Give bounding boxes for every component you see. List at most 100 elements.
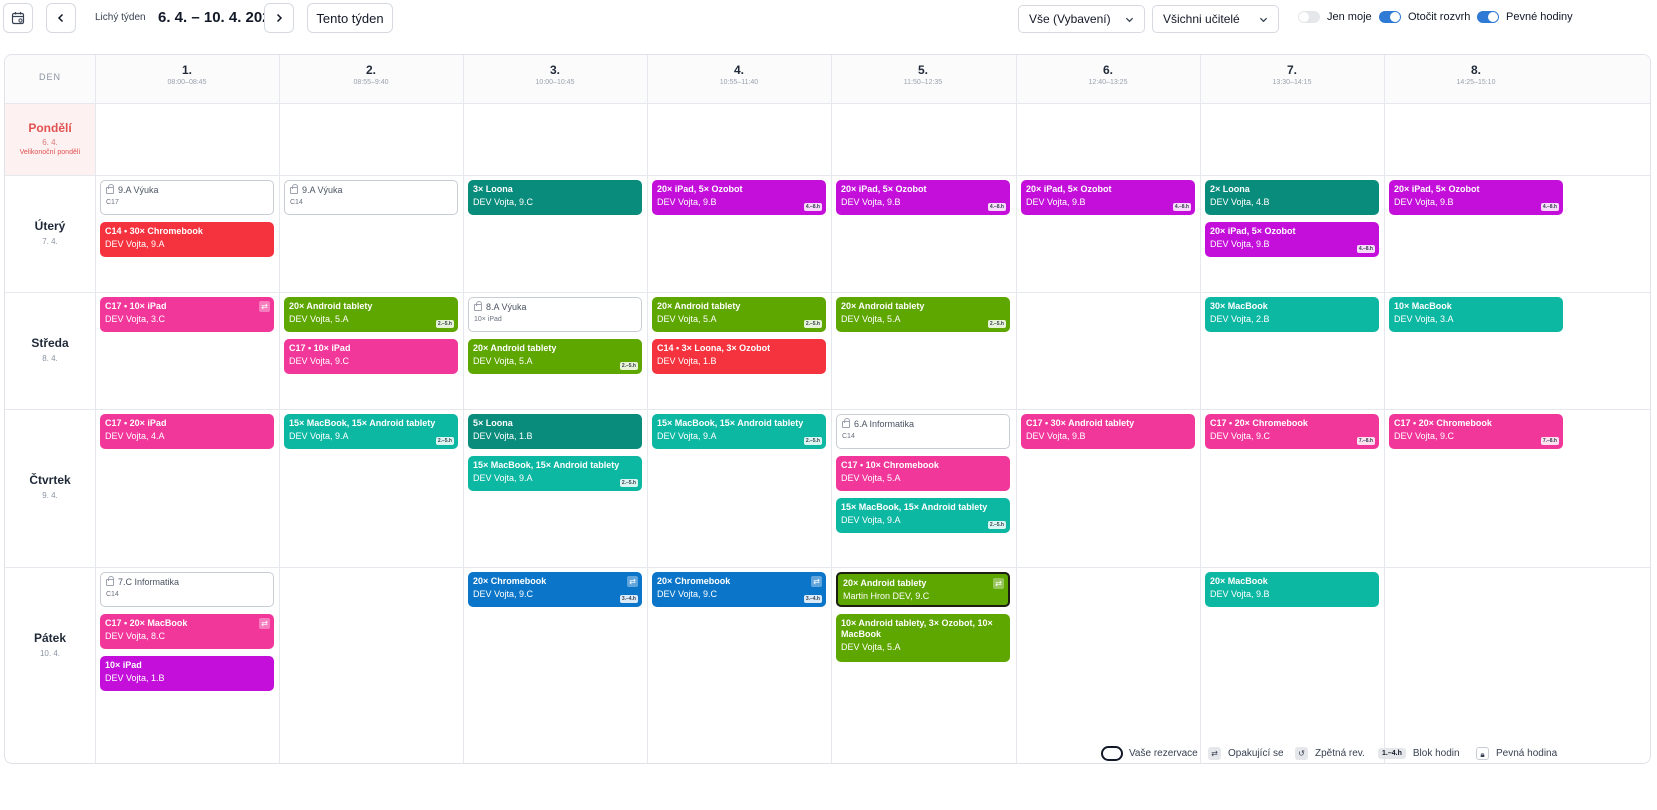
- reservation-card[interactable]: 15× MacBook, 15× Android tablety DEV Vojt…: [284, 414, 458, 449]
- day-label: Pátek 10. 4.: [5, 631, 95, 658]
- card-title: 10× Android tablety, 3× Ozobot, 10× MacB…: [841, 618, 993, 639]
- card-title: 20× Android tablety: [473, 343, 557, 353]
- this-week-button[interactable]: Tento týden: [307, 3, 393, 33]
- reservation-card[interactable]: C17 • 20× iPad DEV Vojta, 4.A: [100, 414, 274, 449]
- reservation-card[interactable]: 15× MacBook, 15× Android tablety DEV Vojt…: [468, 456, 642, 491]
- reservation-card[interactable]: 20× iPad, 5× Ozobot DEV Vojta, 9.B 4.–8.h: [652, 180, 826, 215]
- card-subtitle: DEV Vojta, 8.C: [105, 631, 166, 641]
- fixed-lesson-card[interactable]: 6.A Informatika C14: [836, 414, 1010, 449]
- card-title: 10× iPad: [105, 660, 142, 670]
- reservation-card[interactable]: 20× Android tablety DEV Vojta, 5.A 2.–5.h: [836, 297, 1010, 332]
- fixed-lesson-card[interactable]: 9.A Výuka C17: [100, 180, 274, 215]
- reservation-card[interactable]: C14 • 30× Chromebook DEV Vojta, 9.A: [100, 222, 274, 257]
- card-subtitle: DEV Vojta, 3.A: [1394, 314, 1454, 324]
- fixed-hours-switch[interactable]: [1477, 11, 1499, 23]
- card-title: C17 • 10× iPad: [289, 343, 351, 353]
- reservation-card[interactable]: 5× Loona DEV Vojta, 1.B: [468, 414, 642, 449]
- reservation-card[interactable]: C17 • 20× MacBook DEV Vojta, 8.C ⇄: [100, 614, 274, 649]
- reservation-card[interactable]: C17 • 10× iPad DEV Vojta, 9.C: [284, 339, 458, 374]
- lock-icon: [842, 418, 850, 428]
- period-time: 12:40–13:25: [1088, 79, 1128, 86]
- period-number: 1.: [181, 63, 192, 77]
- toggle-fixed-hours[interactable]: Pevné hodiny: [1477, 11, 1573, 23]
- fixed-lesson-card[interactable]: 8.A Výuka 10× iPad: [468, 297, 642, 332]
- lock-icon: 🔒︎: [1476, 746, 1489, 760]
- card-subtitle: DEV Vojta, 4.B: [1210, 197, 1270, 207]
- card-subtitle: DEV Vojta, 9.C: [473, 589, 534, 599]
- card-subtitle: C14: [290, 199, 303, 206]
- reservation-card[interactable]: 20× iPad, 5× Ozobot DEV Vojta, 9.B 4.–8.h: [1389, 180, 1563, 215]
- period-header: 3. 10:00–10:45: [463, 63, 647, 86]
- toggle-only-mine[interactable]: Jen moje: [1298, 11, 1372, 23]
- reservation-card[interactable]: 20× Chromebook DEV Vojta, 9.C 3.–4.h ⇄: [468, 572, 642, 607]
- reservation-card[interactable]: 10× Android tablety, 3× Ozobot, 10× MacB…: [836, 614, 1010, 662]
- card-subtitle: DEV Vojta, 9.A: [841, 515, 901, 525]
- fixed-lesson-card[interactable]: 7.C Informatika C14: [100, 572, 274, 607]
- reservation-card[interactable]: C17 • 30× Android tablety DEV Vojta, 9.B: [1021, 414, 1195, 449]
- reservation-card[interactable]: 20× Android tablety DEV Vojta, 5.A 2.–5.h: [284, 297, 458, 332]
- card-title: 10× MacBook: [1394, 301, 1452, 311]
- legend-block: 1.–4.h Blok hodin: [1378, 745, 1460, 761]
- fixed-lesson-card[interactable]: 9.A Výuka C14: [284, 180, 458, 215]
- timetable-grid: DEN 1. 08:00–08:45 2. 08:55–9:40 3. 10:00–10:…: [4, 54, 1651, 764]
- card-title: 15× MacBook, 15× Android tablety: [657, 418, 804, 428]
- reservation-card[interactable]: 3× Loona DEV Vojta, 9.C: [468, 180, 642, 215]
- day-name: Čtvrtek: [29, 473, 71, 487]
- reservation-card[interactable]: 20× MacBook DEV Vojta, 9.B: [1205, 572, 1379, 607]
- reservation-card[interactable]: 20× Android tablety DEV Vojta, 5.A 2.–5.h: [652, 297, 826, 332]
- card-title: C17 • 20× Chromebook: [1210, 418, 1308, 428]
- card-title: C17 • 20× Chromebook: [1394, 418, 1492, 428]
- block-badge: 4.–8.h: [1540, 203, 1559, 211]
- card-subtitle: DEV Vojta, 9.B: [657, 197, 717, 207]
- equipment-filter-select[interactable]: Vše (Vybavení): [1018, 5, 1145, 33]
- card-subtitle: DEV Vojta, 5.A: [657, 314, 717, 324]
- rotate-schedule-switch[interactable]: [1379, 11, 1401, 23]
- reservation-card[interactable]: 10× MacBook DEV Vojta, 3.A: [1389, 297, 1563, 332]
- card-subtitle: DEV Vojta, 5.A: [289, 314, 349, 324]
- period-time: 10:00–10:45: [535, 79, 575, 86]
- card-title: 20× Chromebook: [473, 576, 547, 586]
- day-label: Čtvrtek 9. 4.: [5, 473, 95, 500]
- toggle-rotate[interactable]: Otočit rozvrh: [1379, 11, 1470, 23]
- block-badge: 4.–8.h: [803, 203, 822, 211]
- reservation-card[interactable]: 20× iPad, 5× Ozobot DEV Vojta, 9.B 4.–8.h: [836, 180, 1010, 215]
- reservation-card[interactable]: 10× iPad DEV Vojta, 1.B: [100, 656, 274, 691]
- day-date: 8. 4.: [42, 353, 58, 363]
- reservation-card[interactable]: 30× MacBook DEV Vojta, 2.B: [1205, 297, 1379, 332]
- card-title: C17 • 10× Chromebook: [841, 460, 939, 470]
- reservation-card[interactable]: 20× iPad, 5× Ozobot DEV Vojta, 9.B 4.–8.h: [1021, 180, 1195, 215]
- card-subtitle: DEV Vojta, 9.C: [473, 197, 534, 207]
- calendar-button[interactable]: [3, 3, 33, 33]
- prev-week-button[interactable]: [46, 3, 76, 33]
- repeat-icon: ⇄: [811, 576, 822, 587]
- period-number: 6.: [1102, 63, 1113, 77]
- period-time: 13:30–14:15: [1272, 79, 1312, 86]
- legend-yours-label: Vaše rezervace: [1129, 747, 1198, 759]
- week-range-title: 6. 4. – 10. 4. 2026: [158, 9, 279, 26]
- card-title: 20× iPad, 5× Ozobot: [841, 184, 927, 194]
- next-week-button[interactable]: [264, 3, 294, 33]
- card-subtitle: DEV Vojta, 5.A: [841, 642, 901, 652]
- card-title: C17 • 10× iPad: [105, 301, 167, 311]
- reservation-card[interactable]: 20× iPad, 5× Ozobot DEV Vojta, 9.B 4.–8.h: [1205, 222, 1379, 257]
- legend-block-label: Blok hodin: [1412, 747, 1460, 759]
- reservation-card[interactable]: C17 • 10× Chromebook DEV Vojta, 5.A: [836, 456, 1010, 491]
- reservation-card[interactable]: 15× MacBook, 15× Android tablety DEV Vojt…: [836, 498, 1010, 533]
- reservation-card[interactable]: C17 • 20× Chromebook DEV Vojta, 9.C 7.–8.h: [1389, 414, 1563, 449]
- reservation-card[interactable]: C17 • 20× Chromebook DEV Vojta, 9.C 7.–8.h: [1205, 414, 1379, 449]
- only-mine-switch[interactable]: [1298, 11, 1320, 23]
- reservation-card[interactable]: C17 • 10× iPad DEV Vojta, 3.C ⇄: [100, 297, 274, 332]
- period-header: 6. 12:40–13:25: [1016, 63, 1200, 86]
- reservation-card[interactable]: 20× Chromebook DEV Vojta, 9.C 3.–4.h ⇄: [652, 572, 826, 607]
- reservation-card[interactable]: 15× MacBook, 15× Android tablety DEV Vojt…: [652, 414, 826, 449]
- reservation-card[interactable]: 20× Android tablety DEV Vojta, 5.A 2.–5.h: [468, 339, 642, 374]
- reservation-card[interactable]: 2× Loona DEV Vojta, 4.B: [1205, 180, 1379, 215]
- day-date: 7. 4.: [42, 236, 58, 246]
- card-subtitle: DEV Vojta, 2.B: [1210, 314, 1270, 324]
- card-subtitle: DEV Vojta, 9.A: [289, 431, 349, 441]
- teacher-filter-select[interactable]: Všichni učitelé: [1152, 5, 1279, 33]
- reservation-card[interactable]: C14 • 3× Loona, 3× Ozobot DEV Vojta, 1.B: [652, 339, 826, 374]
- reservation-card[interactable]: 20× Android tablety Martin Hron DEV, 9.C ⇄: [836, 572, 1010, 607]
- holiday-note: Velikonoční pondělí: [19, 149, 81, 156]
- period-number: 2.: [365, 63, 376, 77]
